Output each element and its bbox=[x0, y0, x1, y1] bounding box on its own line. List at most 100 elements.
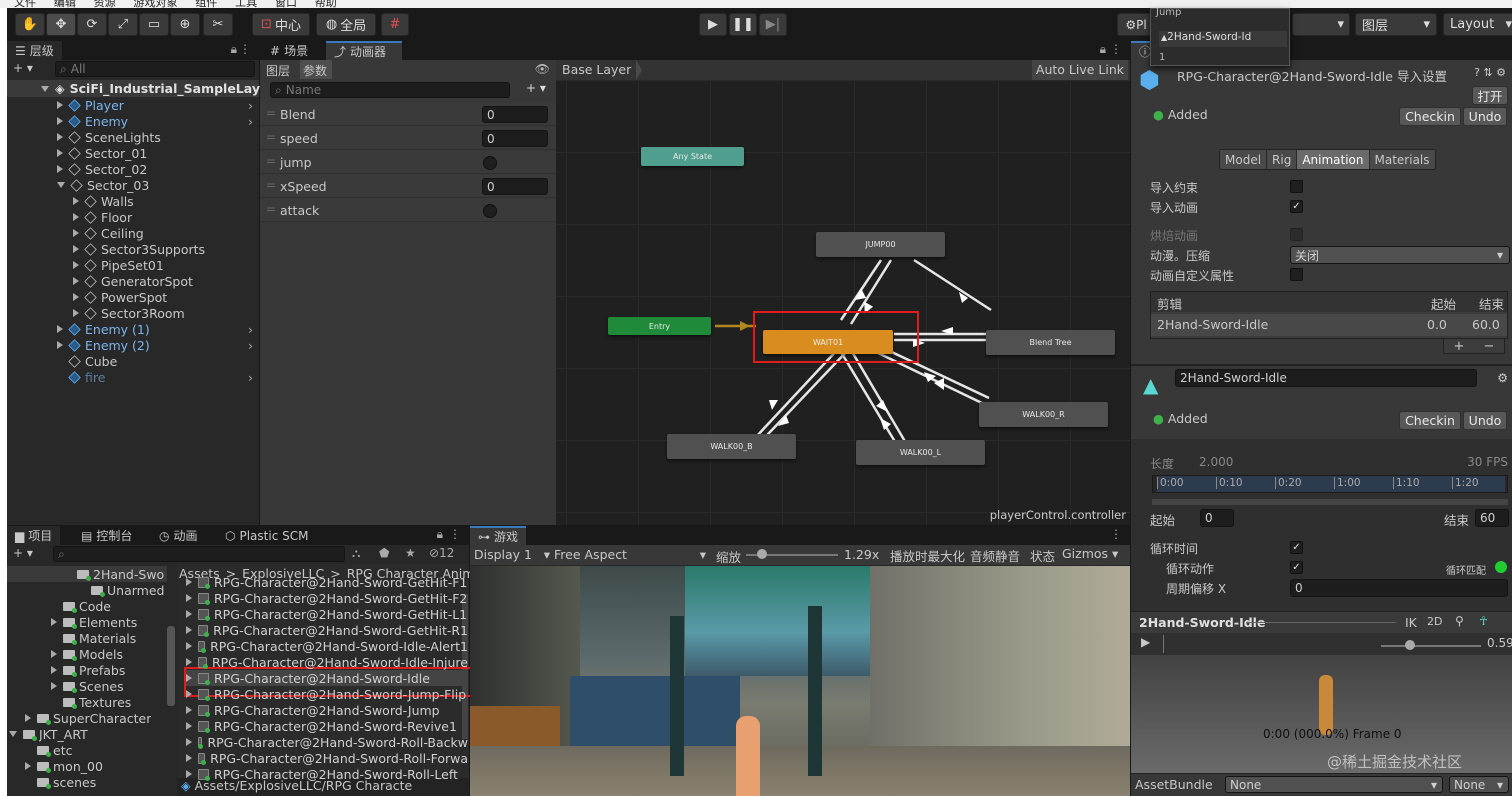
create-dropdown[interactable]: + ▾ bbox=[13, 61, 49, 77]
expand-arrow-icon[interactable] bbox=[186, 690, 192, 698]
tab-rig[interactable]: Rig bbox=[1266, 150, 1297, 169]
project-tree-item[interactable]: 2Hand-Swo bbox=[7, 566, 167, 582]
parameter-row[interactable]: = xSpeed 0 bbox=[260, 175, 556, 198]
hierarchy-item[interactable]: GeneratorSpot bbox=[7, 273, 259, 289]
project-file-item[interactable]: RPG-Character@2Hand-Sword-Roll-Forwa bbox=[186, 750, 468, 766]
hierarchy-search-input[interactable]: ⌕ All bbox=[55, 61, 255, 77]
hierarchy-item[interactable]: PipeSet01 bbox=[7, 257, 259, 273]
menu-window[interactable]: 窗口 bbox=[275, 0, 297, 8]
expand-arrow-icon[interactable] bbox=[186, 626, 192, 634]
hierarchy-item[interactable]: Sector_02 bbox=[7, 161, 259, 177]
project-file-item[interactable]: RPG-Character@2Hand-Sword-Jump-Flip bbox=[186, 686, 468, 702]
parameter-value-input[interactable]: 0 bbox=[482, 178, 548, 195]
project-tree-item[interactable]: Code bbox=[7, 598, 167, 614]
parameter-row[interactable]: = attack bbox=[260, 199, 556, 222]
walk00-b-node[interactable]: WALK00_B bbox=[667, 434, 796, 459]
param-search-input[interactable]: ⌕ Name bbox=[270, 82, 510, 98]
expand-arrow-icon[interactable] bbox=[73, 261, 79, 269]
eye-icon[interactable]: 👁︎ bbox=[535, 62, 550, 76]
global-toggle[interactable]: ◍ 全局 bbox=[316, 13, 376, 36]
project-file-item[interactable]: RPG-Character@2Hand-Sword-Roll-Backw bbox=[186, 734, 468, 750]
variant-dropdown[interactable]: None ▾ bbox=[1449, 776, 1509, 793]
open-button[interactable]: 打开 bbox=[1472, 86, 1508, 105]
maximize-on-play-toggle[interactable]: 播放时最大化 bbox=[888, 546, 967, 565]
stats-toggle[interactable]: 状态 bbox=[1030, 546, 1055, 565]
expand-arrow-icon[interactable] bbox=[186, 594, 192, 602]
parameter-row[interactable]: = speed 0 bbox=[260, 127, 556, 150]
tab-game[interactable]: ⊶ 游戏 bbox=[470, 526, 526, 545]
rect-tool-icon[interactable]: ▭ bbox=[139, 13, 169, 36]
display-dropdown[interactable]: Display 1 ▾ bbox=[474, 547, 550, 562]
parameter-row[interactable]: = jump bbox=[260, 151, 556, 174]
game-menu-icon[interactable]: ⋮ bbox=[1110, 527, 1122, 541]
layout-dropdown[interactable]: Layout ▾ bbox=[1443, 13, 1512, 36]
ik-toggle[interactable]: IK bbox=[1405, 615, 1417, 630]
expand-arrow-icon[interactable] bbox=[186, 754, 192, 762]
project-tree-item[interactable]: mon_00 bbox=[7, 758, 167, 774]
project-tree-item[interactable]: Unarmed bbox=[7, 582, 167, 598]
animator-menu-icon[interactable]: ⋮ bbox=[1110, 42, 1122, 56]
chevron-right-icon[interactable]: › bbox=[248, 370, 253, 385]
project-file-item[interactable]: RPG-Character@2Hand-Sword-GetHit-F2 bbox=[186, 590, 468, 606]
chevron-right-icon[interactable]: › bbox=[248, 114, 253, 129]
compression-dropdown[interactable]: 关闭 ▾ bbox=[1290, 246, 1510, 264]
scene-row[interactable]: ◈SciFi_Industrial_SampleLay⋮ bbox=[7, 80, 272, 97]
project-file-item[interactable]: RPG-Character@2Hand-Sword-GetHit-R1 bbox=[186, 622, 468, 638]
expand-arrow-icon[interactable] bbox=[186, 578, 192, 586]
preview-viewport[interactable]: 0:00 (000.0%) Frame 0 @稀土掘金技术社区 bbox=[1131, 655, 1512, 773]
avatar-icon[interactable]: ☥ bbox=[1479, 614, 1488, 628]
expand-arrow-icon[interactable] bbox=[25, 762, 31, 770]
expand-arrow-icon[interactable] bbox=[73, 229, 79, 237]
rotate-tool-icon[interactable]: ⟳ bbox=[77, 13, 107, 36]
pivot-toggle[interactable]: ⊡ 中心 bbox=[252, 13, 310, 36]
preview-speed-track[interactable] bbox=[1381, 645, 1481, 647]
loop-pose-checkbox[interactable]: ✓ bbox=[1290, 561, 1303, 574]
drag-handle-icon[interactable]: = bbox=[266, 202, 276, 216]
project-tree-item[interactable]: Elements bbox=[7, 614, 167, 630]
hierarchy-item[interactable]: Ceiling bbox=[7, 225, 259, 241]
end-frame-input[interactable]: 60 bbox=[1475, 509, 1509, 527]
preview-speed-thumb[interactable] bbox=[1405, 640, 1415, 650]
drag-handle-icon[interactable]: = bbox=[266, 106, 276, 120]
hierarchy-item[interactable]: PowerSpot bbox=[7, 289, 259, 305]
blend-tree-node[interactable]: Blend Tree bbox=[986, 330, 1115, 355]
expand-arrow-icon[interactable] bbox=[51, 682, 57, 690]
walk00-r-node[interactable]: WALK00_R bbox=[979, 402, 1108, 427]
drag-handle-icon[interactable]: = bbox=[266, 130, 276, 144]
chevron-right-icon[interactable]: › bbox=[248, 322, 253, 337]
project-tree-item[interactable]: Models bbox=[7, 646, 167, 662]
grid-snap-icon[interactable]: # bbox=[381, 13, 409, 36]
project-lock-icon[interactable]: 🔒︎ bbox=[437, 527, 443, 542]
start-frame-input[interactable]: 0 bbox=[1200, 509, 1234, 527]
more-menu-icon[interactable]: ⋮ bbox=[239, 42, 251, 56]
project-file-item[interactable]: RPG-Character@2Hand-Sword-Idle-Injure bbox=[186, 654, 468, 670]
expand-arrow-icon[interactable] bbox=[73, 213, 79, 221]
expand-arrow-icon[interactable] bbox=[186, 642, 192, 650]
checkin-button-2[interactable]: Checkin bbox=[1399, 411, 1461, 430]
hierarchy-item[interactable]: Enemy (2) › bbox=[7, 337, 259, 353]
any-state-node[interactable]: Any State bbox=[641, 147, 744, 166]
checkin-button-1[interactable]: Checkin bbox=[1399, 107, 1461, 126]
hierarchy-item[interactable]: SceneLights bbox=[7, 129, 259, 145]
chevron-right-icon[interactable]: › bbox=[248, 98, 253, 113]
loop-time-checkbox[interactable]: ✓ bbox=[1290, 541, 1303, 554]
project-tree-item[interactable]: JKT_ART bbox=[7, 726, 167, 742]
entry-node[interactable]: Entry bbox=[608, 317, 711, 335]
layers-dropdown[interactable]: 图层 ▾ bbox=[1355, 13, 1437, 36]
account-dropdown[interactable]: ▾ bbox=[1292, 13, 1350, 36]
hierarchy-item[interactable]: Enemy › bbox=[7, 113, 259, 129]
project-file-item[interactable]: RPG-Character@2Hand-Sword-Idle-Alert1 bbox=[186, 638, 468, 654]
tab-hierarchy[interactable]: ☰ 层级 bbox=[7, 41, 62, 60]
project-file-item[interactable]: RPG-Character@2Hand-Sword-Revive1 bbox=[186, 718, 468, 734]
tab-project[interactable]: ▆ 项目 bbox=[7, 526, 61, 545]
expand-arrow-icon[interactable] bbox=[186, 722, 192, 730]
project-tree-item[interactable]: scenes bbox=[7, 774, 167, 790]
game-viewport[interactable] bbox=[470, 566, 1130, 796]
expand-arrow-icon[interactable] bbox=[186, 738, 192, 746]
layers-subtab[interactable]: 图层 bbox=[266, 61, 300, 79]
tab-plastic[interactable]: ⬡ Plastic SCM bbox=[217, 526, 316, 545]
project-file-item[interactable]: RPG-Character@2Hand-Sword-GetHit-L1 bbox=[186, 606, 468, 622]
menu-assets[interactable]: 资源 bbox=[94, 0, 116, 8]
clip-add-remove[interactable]: + − bbox=[1443, 338, 1505, 354]
project-tree-item[interactable]: Textures bbox=[7, 694, 167, 710]
